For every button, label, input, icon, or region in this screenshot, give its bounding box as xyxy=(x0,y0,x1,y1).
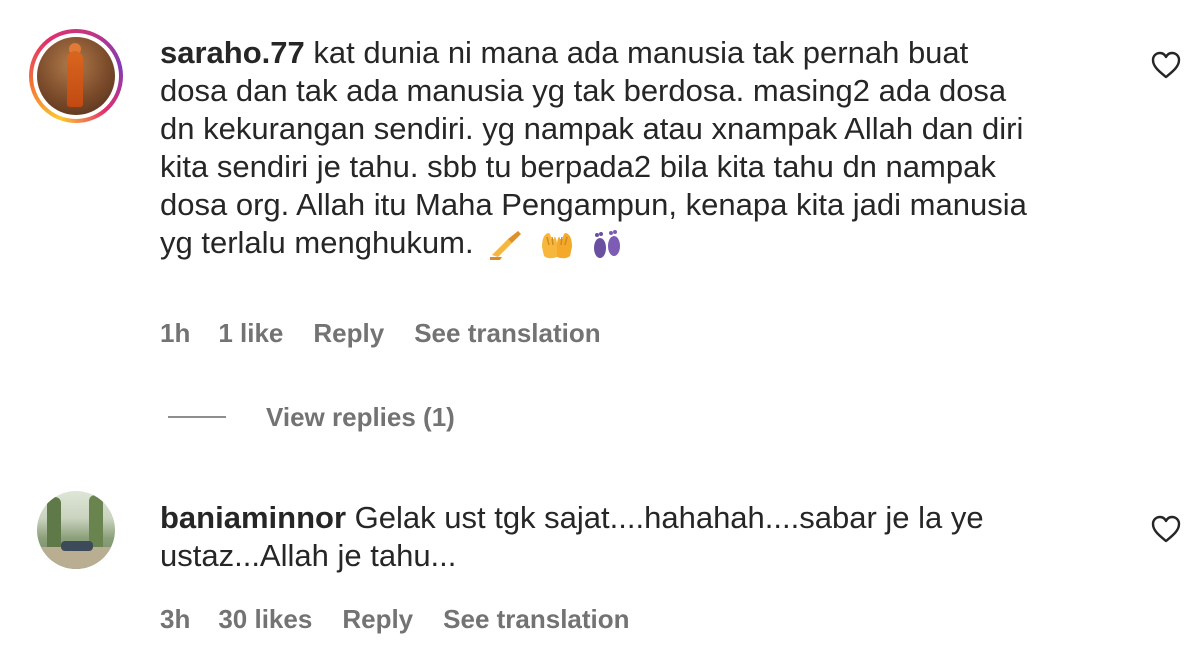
divider-line xyxy=(168,416,226,418)
comment-line: saraho.77 kat dunia ni mana ada manusia … xyxy=(160,35,969,70)
comment-line: ustaz...Allah je tahu... xyxy=(160,538,457,573)
likes-count[interactable]: 30 likes xyxy=(218,604,312,635)
avatar[interactable] xyxy=(37,491,115,569)
comment-line: dosa org. Allah itu Maha Pengampun, kena… xyxy=(160,187,1027,222)
comment-meta: 1h 1 like Reply See translation xyxy=(160,318,601,349)
likes-count[interactable]: 1 like xyxy=(218,318,283,349)
reply-button[interactable]: Reply xyxy=(342,604,413,635)
comment-line: baniaminnor Gelak ust tgk sajat....hahah… xyxy=(160,500,984,535)
see-translation-button[interactable]: See translation xyxy=(443,604,629,635)
footprints-emoji xyxy=(594,229,621,258)
heart-icon[interactable] xyxy=(1150,50,1182,80)
view-replies[interactable]: View replies (1) xyxy=(168,400,455,434)
username[interactable]: saraho.77 xyxy=(160,35,305,70)
comment-line: dosa dan tak ada manusia yg tak berdosa.… xyxy=(160,73,1007,108)
heart-icon[interactable] xyxy=(1150,514,1182,544)
timestamp[interactable]: 1h xyxy=(160,318,190,349)
writing-hand-emoji xyxy=(490,230,522,260)
raised-hands-emoji xyxy=(541,232,572,259)
comment-text: baniaminnor Gelak ust tgk sajat....hahah… xyxy=(160,499,1130,575)
comment-meta: 3h 30 likes Reply See translation xyxy=(160,604,630,635)
comment-line: dn kekurangan sendiri. yg nampak atau xn… xyxy=(160,111,1024,146)
avatar[interactable] xyxy=(37,37,115,115)
view-replies-label[interactable]: View replies (1) xyxy=(266,402,455,433)
timestamp[interactable]: 3h xyxy=(160,604,190,635)
see-translation-button[interactable]: See translation xyxy=(414,318,600,349)
comment-text: saraho.77 kat dunia ni mana ada manusia … xyxy=(160,34,1130,262)
comment-line: kita sendiri je tahu. sbb tu berpada2 bi… xyxy=(160,149,996,184)
comment-line: yg terlalu menghukum. xyxy=(160,224,1130,262)
reply-button[interactable]: Reply xyxy=(313,318,384,349)
username[interactable]: baniaminnor xyxy=(160,500,346,535)
